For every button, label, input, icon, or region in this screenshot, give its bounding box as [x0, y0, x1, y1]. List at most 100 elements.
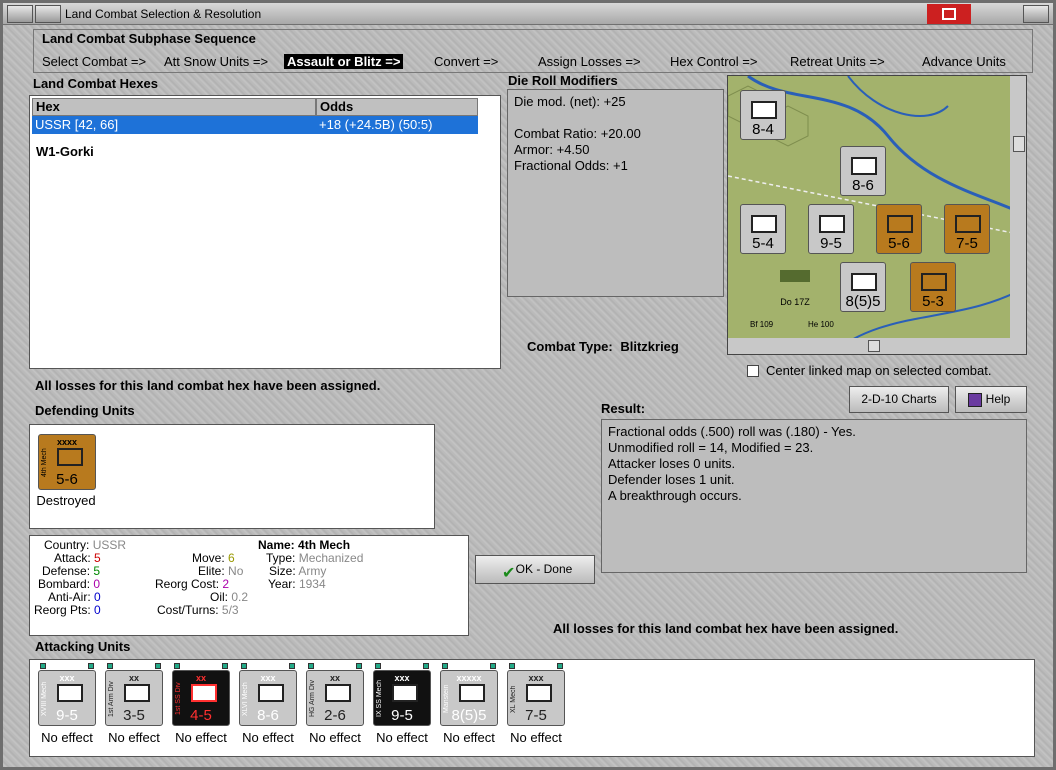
- result-line: Fractional odds (.500) roll was (.180) -…: [608, 424, 856, 439]
- result-line: A breakthrough occurs.: [608, 488, 742, 503]
- mod-line: [514, 110, 717, 126]
- unit-status-dot: [442, 663, 448, 669]
- year-label: Year:: [268, 577, 296, 591]
- elite-label: Elite:: [198, 564, 225, 578]
- combat-type: Combat Type: Blitzkrieg: [527, 339, 679, 354]
- unit-symbol-icon: [526, 684, 552, 702]
- size-label: Size:: [269, 564, 296, 578]
- defense-value: 5: [93, 564, 101, 578]
- combat-type-value: Blitzkrieg: [620, 339, 679, 354]
- attacker-status: No effect: [376, 730, 428, 745]
- reorgcost-label: Reorg Cost:: [155, 577, 220, 591]
- column-odds-header[interactable]: Odds: [316, 98, 478, 116]
- attacker-counter[interactable]: xx 1st Arm Div 3-5: [105, 670, 163, 726]
- center-map-checkbox[interactable]: [747, 365, 759, 377]
- type-label: Type:: [266, 551, 296, 565]
- attacker-counter[interactable]: xxx IX SS Mech 9-5: [373, 670, 431, 726]
- hex-row-selected[interactable]: USSR [42, 66] +18 (+24.5B) (50:5): [32, 116, 478, 134]
- map-counter[interactable]: 8-4: [740, 90, 786, 140]
- step-convert: Convert =>: [434, 54, 499, 69]
- reorg-label: Reorg Pts:: [34, 603, 91, 617]
- combat-type-label: Combat Type:: [527, 339, 613, 354]
- unit-status-dot: [423, 663, 429, 669]
- system-menu-button[interactable]: [7, 5, 33, 23]
- attacker-counter[interactable]: xx HG Arm Div 2-6: [306, 670, 364, 726]
- attacking-title: Attacking Units: [35, 639, 131, 654]
- type-value: Mechanized: [298, 551, 364, 565]
- unit-status-dot: [88, 663, 94, 669]
- size-value: Army: [298, 564, 327, 578]
- attack-value: 5: [94, 551, 101, 565]
- defense-label: Defense:: [42, 564, 91, 578]
- reorg-value: 0: [94, 603, 101, 617]
- unit-strength: 3-5: [123, 707, 145, 724]
- window-title: Land Combat Selection & Resolution: [65, 7, 262, 21]
- hex-cell: USSR [42, 66]: [35, 117, 119, 132]
- attacker-status: No effect: [443, 730, 495, 745]
- linked-map[interactable]: 8-4 8-6 5-4 9-5 5-6 7-5 Do 17Z 8(5)5 5-3…: [727, 75, 1027, 355]
- defender-counter[interactable]: xxxx 4th Mech 5-6: [38, 434, 96, 490]
- unit-status-dot: [557, 663, 563, 669]
- unit-status-dot: [289, 663, 295, 669]
- attacker-status: No effect: [108, 730, 160, 745]
- defender-status: Destroyed: [36, 493, 96, 508]
- bombard-label: Bombard:: [38, 577, 91, 591]
- map-counter-defender[interactable]: 5-6: [876, 204, 922, 254]
- attacker-counter[interactable]: xxxxx Manstein 8(5)5: [440, 670, 498, 726]
- hexes-list[interactable]: Hex Odds USSR [42, 66] +18 (+24.5B) (50:…: [29, 95, 501, 369]
- mod-line: Die mod. (net): +25: [514, 94, 626, 109]
- ok-done-button[interactable]: ✔ OK - Done: [475, 555, 595, 584]
- map-counter[interactable]: 8(5)5: [840, 262, 886, 312]
- map-counter[interactable]: 8-6: [840, 146, 886, 196]
- losses-assigned-bottom: All losses for this land combat hex have…: [553, 621, 899, 636]
- unit-status-dot: [155, 663, 161, 669]
- map-counter[interactable]: 9-5: [808, 204, 854, 254]
- unit-info-panel: Country: USSR Attack: 5 Defense: 5 Bomba…: [29, 535, 469, 636]
- attacker-counter[interactable]: xx 1st SS Div 4-5: [172, 670, 230, 726]
- mod-line: Armor: +4.50: [514, 142, 590, 157]
- reorgcost-value: 2: [222, 577, 230, 591]
- unit-symbol-icon: [124, 684, 150, 702]
- country-label: Country:: [44, 538, 90, 552]
- elite-value: No: [228, 564, 244, 578]
- map-counter[interactable]: 5-4: [740, 204, 786, 254]
- step-retreat-units: Retreat Units =>: [790, 54, 885, 69]
- close-button[interactable]: [1023, 5, 1049, 23]
- attacker-counter[interactable]: xxx XLVI Mech 8-6: [239, 670, 297, 726]
- map-counter[interactable]: 7-5: [944, 204, 990, 254]
- map-counter[interactable]: 5-3: [910, 262, 956, 312]
- country-value: USSR: [92, 538, 127, 552]
- center-map-label: Center linked map on selected combat.: [766, 363, 992, 378]
- name-label: Name:: [258, 538, 295, 552]
- unit-strength: 9-5: [391, 707, 413, 724]
- unit-symbol-icon: [325, 684, 351, 702]
- minimize-button[interactable]: [35, 5, 61, 23]
- attacking-units-panel: xxx XVIII Mech 9-5 No effect xx 1st Arm Div 3-…: [29, 659, 1035, 757]
- unit-strength: 4-5: [190, 707, 212, 724]
- attacker-counter[interactable]: xxx XVIII Mech 9-5: [38, 670, 96, 726]
- aircraft-counter[interactable]: Do 17Z: [772, 262, 818, 308]
- mech-symbol-icon: [57, 448, 83, 466]
- unit-status-dot: [222, 663, 228, 669]
- result-line: Defender loses 1 unit.: [608, 472, 735, 487]
- antiair-label: Anti-Air:: [48, 590, 91, 604]
- step-advance-units: Advance Units: [922, 54, 1006, 69]
- column-hex-header[interactable]: Hex: [32, 98, 316, 116]
- result-title: Result:: [601, 401, 646, 416]
- help-button[interactable]: Help: [955, 386, 1027, 413]
- map-vscroll-thumb[interactable]: [1013, 136, 1025, 152]
- unit-strength: 8(5)5: [451, 707, 487, 724]
- modifiers-panel: Die mod. (net): +25 Combat Ratio: +20.00…: [507, 89, 724, 297]
- unit-status-dot: [40, 663, 46, 669]
- map-hscroll-thumb[interactable]: [868, 340, 880, 352]
- year-value: 1934: [298, 577, 326, 591]
- attacker-status: No effect: [309, 730, 361, 745]
- bombard-value: 0: [93, 577, 101, 591]
- unit-status-dot: [375, 663, 381, 669]
- attacker-counter[interactable]: xxx XL Mech 7-5: [507, 670, 565, 726]
- result-line: Attacker loses 0 units.: [608, 456, 736, 471]
- unit-symbol-icon: [191, 684, 217, 702]
- charts-button[interactable]: 2-D-10 Charts: [849, 386, 949, 413]
- unit-symbol-icon: [57, 684, 83, 702]
- step-att-snow: Att Snow Units =>: [164, 54, 269, 69]
